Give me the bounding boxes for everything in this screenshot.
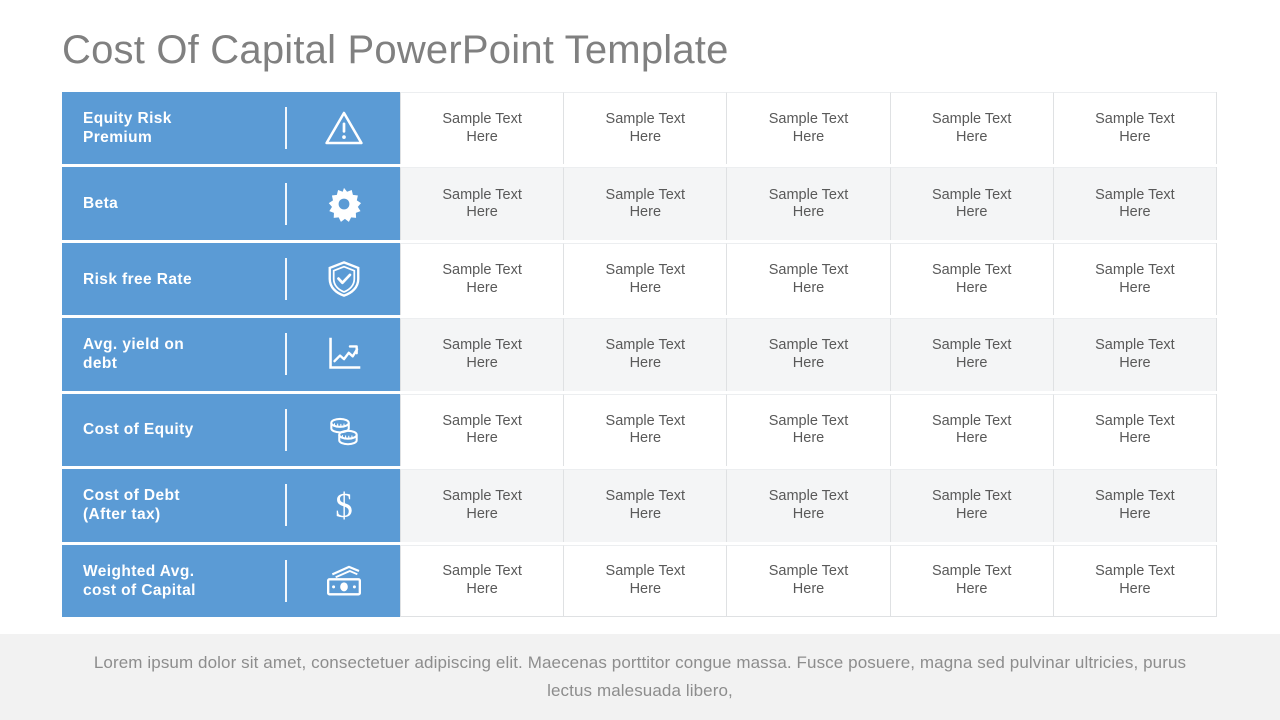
table-cell[interactable]: Sample Text Here: [1052, 393, 1217, 467]
table-cell[interactable]: Sample Text Here: [563, 242, 727, 316]
table-row: Beta Sample Text Here Sample Text Here Samp…: [62, 167, 1217, 240]
row-data-cells: Sample Text Here Sample Text Here Sample T…: [400, 469, 1217, 542]
table-cell[interactable]: Sample Text Here: [726, 167, 890, 240]
table-row: Risk free Rate Sample Text Here Sample Tex…: [62, 242, 1217, 316]
row-data-cells: Sample Text Here Sample Text Here Sample T…: [400, 544, 1217, 617]
row-data-cells: Sample Text Here Sample Text Here Sample T…: [400, 393, 1217, 467]
table-cell[interactable]: Sample Text Here: [563, 167, 727, 240]
label-icon-divider: [285, 559, 287, 602]
label-icon-divider: [285, 258, 287, 301]
row-data-cells: Sample Text Here Sample Text Here Sample T…: [400, 92, 1217, 165]
footer-band: Lorem ipsum dolor sit amet, consectetuer…: [0, 634, 1280, 720]
table-cell[interactable]: Sample Text Here: [563, 318, 727, 391]
table-cell[interactable]: Sample Text Here: [400, 469, 564, 542]
table-row: Equity Risk Premium Sample Text Here Sampl…: [62, 92, 1217, 165]
footer-text: Lorem ipsum dolor sit amet, consectetuer…: [93, 653, 1187, 700]
table-cell[interactable]: Sample Text Here: [889, 167, 1053, 240]
shield-check-icon: [287, 243, 400, 315]
table-cell[interactable]: Sample Text Here: [400, 318, 564, 391]
table-cell[interactable]: Sample Text Here: [726, 242, 890, 316]
table-cell[interactable]: Sample Text Here: [726, 318, 890, 391]
table-row: Weighted Avg. cost of Capital Sample Text…: [62, 544, 1217, 617]
table-cell[interactable]: Sample Text Here: [726, 92, 890, 165]
table-cell[interactable]: Sample Text Here: [1052, 167, 1217, 240]
row-label-cell-weighted-avg-cost-of-capital[interactable]: Weighted Avg. cost of Capital: [62, 544, 400, 617]
table-cell[interactable]: Sample Text Here: [1052, 92, 1217, 165]
table-cell[interactable]: Sample Text Here: [889, 92, 1053, 165]
table-cell[interactable]: Sample Text Here: [400, 393, 564, 467]
row-label-cell-avg-yield-on-debt[interactable]: Avg. yield on debt: [62, 318, 400, 391]
table-cell[interactable]: Sample Text Here: [889, 318, 1053, 391]
label-icon-divider: [285, 182, 287, 225]
banknote-icon: [287, 545, 400, 617]
row-label-text: Avg. yield on debt: [83, 336, 185, 373]
table-cell[interactable]: Sample Text Here: [563, 393, 727, 467]
table-row: Cost of Equity Sample Text Here Sample Tex…: [62, 393, 1217, 467]
gear-icon: [287, 167, 400, 239]
table-cell[interactable]: Sample Text Here: [889, 544, 1053, 617]
table-cell[interactable]: Sample Text Here: [889, 242, 1053, 316]
table-cell[interactable]: Sample Text Here: [889, 469, 1053, 542]
table-cell[interactable]: Sample Text Here: [889, 393, 1053, 467]
table-cell[interactable]: Sample Text Here: [400, 242, 564, 316]
table-cell[interactable]: Sample Text Here: [726, 469, 890, 542]
row-label-text: Cost of Debt (After tax): [83, 487, 180, 524]
table-cell[interactable]: Sample Text Here: [400, 167, 564, 240]
table-cell[interactable]: Sample Text Here: [563, 92, 727, 165]
table-cell[interactable]: Sample Text Here: [1052, 469, 1217, 542]
row-label-text: Risk free Rate: [83, 270, 192, 288]
label-icon-divider: [285, 408, 287, 451]
row-data-cells: Sample Text Here Sample Text Here Sample T…: [400, 318, 1217, 391]
page-title: Cost Of Capital PowerPoint Template: [62, 28, 729, 72]
slide-canvas: Cost Of Capital PowerPoint Template Equi…: [0, 0, 1280, 720]
row-label-text: Weighted Avg. cost of Capital: [83, 562, 196, 599]
row-label-text: Beta: [83, 195, 119, 213]
table-cell[interactable]: Sample Text Here: [400, 544, 564, 617]
table-cell[interactable]: Sample Text Here: [563, 544, 727, 617]
row-label-text: Cost of Equity: [83, 421, 194, 439]
coins-icon: [287, 394, 400, 466]
line-chart-icon: [287, 318, 400, 390]
row-label-cell-cost-of-equity[interactable]: Cost of Equity: [62, 393, 400, 467]
row-label-cell-cost-of-debt-after-tax[interactable]: Cost of Debt (After tax) $: [62, 469, 400, 542]
row-label-cell-equity-risk-premium[interactable]: Equity Risk Premium: [62, 92, 400, 165]
table-cell[interactable]: Sample Text Here: [563, 469, 727, 542]
table-cell[interactable]: Sample Text Here: [726, 544, 890, 617]
row-label-text: Equity Risk Premium: [83, 110, 172, 147]
table-cell[interactable]: Sample Text Here: [1052, 318, 1217, 391]
table-row: Cost of Debt (After tax) $ Sample Text Her…: [62, 469, 1217, 542]
table-row: Avg. yield on debt Sample Text Here Sample…: [62, 318, 1217, 391]
table-cell[interactable]: Sample Text Here: [1052, 242, 1217, 316]
row-label-cell-risk-free-rate[interactable]: Risk free Rate: [62, 242, 400, 316]
row-data-cells: Sample Text Here Sample Text Here Sample T…: [400, 242, 1217, 316]
cost-of-capital-table: Equity Risk Premium Sample Text Here Sampl…: [62, 92, 1217, 617]
table-cell[interactable]: Sample Text Here: [726, 393, 890, 467]
dollar-sign-icon: $: [287, 469, 400, 541]
label-icon-divider: [285, 333, 287, 376]
label-icon-divider: [285, 484, 287, 527]
label-icon-divider: [285, 107, 287, 150]
table-cell[interactable]: Sample Text Here: [1052, 544, 1217, 617]
row-label-cell-beta[interactable]: Beta: [62, 167, 400, 240]
table-cell[interactable]: Sample Text Here: [400, 92, 564, 165]
warning-triangle-icon: [287, 92, 400, 164]
row-data-cells: Sample Text Here Sample Text Here Sample T…: [400, 167, 1217, 240]
svg-text:$: $: [335, 486, 353, 525]
